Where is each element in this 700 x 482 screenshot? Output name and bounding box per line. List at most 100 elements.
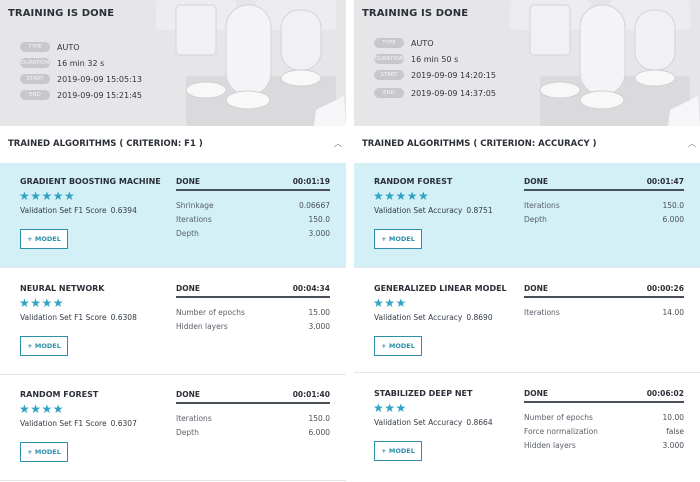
meta-duration: DURATION 16 min 50 s [374,54,458,64]
star-rating-icon: ★★★ [373,296,407,310]
hyperparameters: Iterations 150.0 Depth 6.000 [524,199,684,227]
start-value: 2019-09-09 15:05:13 [57,74,142,84]
param-row: Iterations 14.00 [524,306,684,320]
param-label: Depth [524,215,547,224]
score-value: 0.6308 [110,313,137,322]
progress-bar [176,402,330,404]
meta-type: TYPE AUTO [374,38,434,48]
elapsed-time: 00:04:34 [292,284,330,293]
param-row: Number of epochs 10.00 [524,411,684,425]
param-value: 3.000 [308,322,330,331]
model-card: RANDOM FOREST ★★★★ Validation Set F1 Sco… [0,376,346,481]
add-model-button[interactable]: + MODEL [20,442,68,462]
algorithms-section-header[interactable]: TRAINED ALGORITHMS ( CRITERION: F1 ) ︿ [8,138,342,149]
param-label: Number of epochs [176,308,245,317]
param-label: Force normalization [524,427,598,436]
score-label: Validation Set Accuracy [374,418,463,427]
param-row: Iterations 150.0 [176,213,330,227]
elapsed-time: 00:00:26 [646,284,684,293]
algorithms-section-header[interactable]: TRAINED ALGORITHMS ( CRITERION: ACCURACY… [362,138,696,149]
star-rating-icon: ★★★★★ [373,189,430,203]
model-name: RANDOM FOREST [374,177,453,186]
hyperparameters: Iterations 14.00 [524,306,684,320]
param-label: Iterations [524,308,560,317]
add-model-button[interactable]: + MODEL [374,229,422,249]
training-status-title: TRAINING IS DONE [362,8,469,19]
duration-value: 16 min 50 s [411,54,459,64]
elapsed-time: 00:06:02 [646,389,684,398]
status-label: DONE [176,390,201,399]
validation-score: Validation Set F1 Score 0.6308 [20,313,137,322]
end-value: 2019-09-09 14:37:05 [411,88,496,98]
status-label: DONE [524,389,549,398]
lab-flasks-illustration [500,0,700,126]
model-name: GENERALIZED LINEAR MODEL [374,284,507,293]
score-value: 0.8751 [466,206,493,215]
param-label: Hidden layers [176,322,228,331]
chevron-up-icon[interactable]: ︿ [688,138,696,149]
training-panel-accuracy: TRAINING IS DONE TYPE AUTO DURATION 16 m… [354,0,700,482]
progress-bar [524,296,684,298]
elapsed-time: 00:01:19 [292,177,330,186]
score-label: Validation Set F1 Score [20,419,107,428]
hyperparameters: Number of epochs 10.00 Force normalizatio… [524,411,684,453]
score-value: 0.8664 [466,418,493,427]
star-rating-icon: ★★★ [373,401,407,415]
model-name: GRADIENT BOOSTING MACHINE [20,177,161,186]
param-value: 150.0 [308,414,330,423]
model-name: STABILIZED DEEP NET [374,389,473,398]
add-model-button[interactable]: + MODEL [374,336,422,356]
validation-score: Validation Set Accuracy 0.8751 [374,206,493,215]
add-model-button[interactable]: + MODEL [20,336,68,356]
end-badge: END [374,88,404,98]
param-label: Shrinkage [176,201,214,210]
meta-type: TYPE AUTO [20,42,80,52]
start-value: 2019-09-09 14:20:15 [411,70,496,80]
hyperparameters: Iterations 150.0 Depth 6.000 [176,412,330,440]
model-name: NEURAL NETWORK [20,284,105,293]
type-badge: TYPE [20,42,50,52]
param-value: 6.000 [308,428,330,437]
model-card: NEURAL NETWORK ★★★★ Validation Set F1 Sc… [0,270,346,375]
validation-score: Validation Set F1 Score 0.6307 [20,419,137,428]
param-label: Number of epochs [524,413,593,422]
progress-bar [524,189,684,191]
validation-score: Validation Set Accuracy 0.8690 [374,313,493,322]
end-badge: END [20,90,50,100]
progress-bar [176,189,330,191]
param-value: 150.0 [308,215,330,224]
param-value: 0.06667 [298,201,330,210]
validation-score: Validation Set Accuracy 0.8664 [374,418,493,427]
type-value: AUTO [411,38,434,48]
model-name: RANDOM FOREST [20,390,99,399]
hyperparameters: Number of epochs 15.00 Hidden layers 3.000 [176,306,330,334]
section-title: TRAINED ALGORITHMS ( CRITERION: ACCURACY… [362,138,597,149]
param-row: Shrinkage 0.06667 [176,199,330,213]
score-value: 0.6394 [110,206,137,215]
star-rating-icon: ★★★★ [19,402,65,416]
start-badge: START [20,74,50,84]
start-badge: START [374,70,404,80]
add-model-button[interactable]: + MODEL [20,229,68,249]
duration-badge: DURATION [374,54,404,64]
param-row: Number of epochs 15.00 [176,306,330,320]
add-model-button[interactable]: + MODEL [374,441,422,461]
param-value: 3.000 [308,229,330,238]
section-title: TRAINED ALGORITHMS ( CRITERION: F1 ) [8,138,203,149]
param-row: Hidden layers 3.000 [524,439,684,453]
meta-start: START 2019-09-09 14:20:15 [374,70,496,80]
param-label: Hidden layers [524,441,576,450]
param-label: Iterations [176,414,212,423]
score-label: Validation Set Accuracy [374,313,463,322]
type-value: AUTO [57,42,80,52]
status-label: DONE [524,177,549,186]
duration-badge: DURATION [20,58,50,68]
model-card: STABILIZED DEEP NET ★★★ Validation Set A… [354,375,700,481]
param-row: Iterations 150.0 [524,199,684,213]
param-value: 14.00 [662,308,684,317]
training-panel-f1: TRAINING IS DONE TYPE AUTO DURATION 16 m… [0,0,346,482]
param-row: Force normalization false [524,425,684,439]
lab-flasks-illustration [146,0,346,126]
chevron-up-icon[interactable]: ︿ [334,138,342,149]
status-label: DONE [176,177,201,186]
